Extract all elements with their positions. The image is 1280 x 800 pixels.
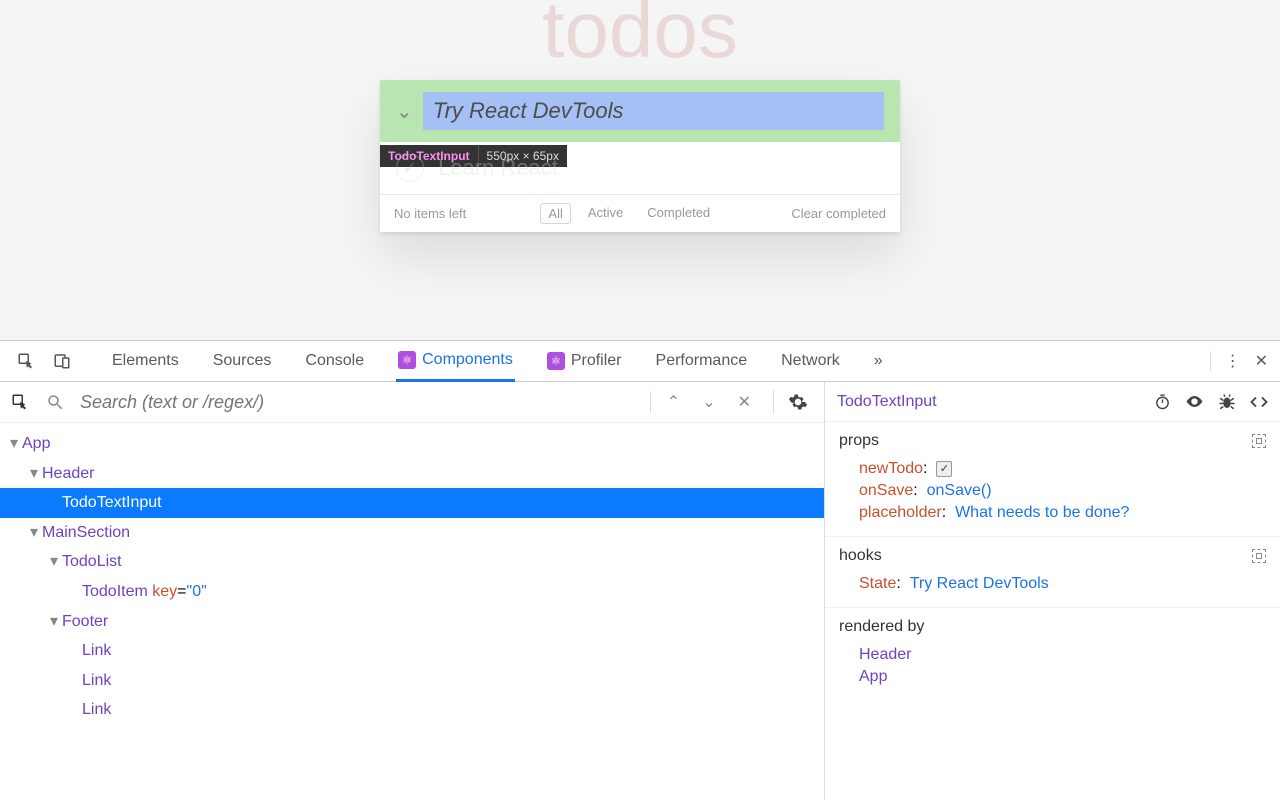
renderedby-section: rendered by Header App <box>825 608 1280 700</box>
tree-node-header[interactable]: ▾Header <box>0 459 824 489</box>
tab-profiler[interactable]: ⚛ Profiler <box>545 342 624 380</box>
prev-match-icon[interactable]: ⌃ <box>661 390 686 414</box>
tab-network[interactable]: Network <box>779 342 842 380</box>
props-label: props <box>839 432 879 450</box>
tab-performance[interactable]: Performance <box>654 342 750 380</box>
clear-search-icon[interactable]: ✕ <box>732 390 757 414</box>
devtools-tabbar: Elements Sources Console ⚛ Components ⚛ … <box>0 340 1280 382</box>
todo-card: ⌄ Try React DevTools TodoTextInput 550px… <box>380 80 900 232</box>
source-icon[interactable] <box>1250 393 1268 411</box>
todo-app-preview: todos ⌄ Try React DevTools TodoTextInput… <box>0 0 1280 340</box>
items-left-label: No items left <box>394 206 466 221</box>
prop-row[interactable]: placeholder: What needs to be done? <box>839 502 1266 524</box>
copy-to-clipboard-icon[interactable] <box>1252 434 1266 448</box>
devtools-body: ⌃ ⌄ ✕ ▾App ▾Header TodoTextInput ▾MainSe… <box>0 382 1280 800</box>
tree-node-todotextinput[interactable]: TodoTextInput <box>0 488 824 518</box>
filter-completed[interactable]: Completed <box>640 203 717 224</box>
search-bar: ⌃ ⌄ ✕ <box>0 382 824 423</box>
renderedby-item[interactable]: App <box>839 666 1266 688</box>
clear-completed-button[interactable]: Clear completed <box>791 206 886 221</box>
hooks-section: hooks State: Try React DevTools <box>825 537 1280 608</box>
tree-node-footer[interactable]: ▾Footer <box>0 607 824 637</box>
device-toolbar-icon[interactable] <box>52 351 72 371</box>
highlighted-input-wrapper: ⌄ Try React DevTools <box>380 80 900 142</box>
todo-item-text: Learn React <box>438 155 558 181</box>
detail-header: TodoTextInput <box>825 382 1280 422</box>
prop-row[interactable]: onSave: onSave() <box>839 480 1266 502</box>
component-detail-pane: TodoTextInput props newTodo: ✓ <box>825 382 1280 800</box>
renderedby-label: rendered by <box>839 618 924 636</box>
chevron-down-icon[interactable]: ⌄ <box>396 99 413 124</box>
tree-node-link[interactable]: Link <box>0 666 824 696</box>
props-section: props newTodo: ✓ onSave: onSave() placeh… <box>825 422 1280 537</box>
component-tree-pane: ⌃ ⌄ ✕ ▾App ▾Header TodoTextInput ▾MainSe… <box>0 382 825 800</box>
tree-node-link[interactable]: Link <box>0 636 824 666</box>
tabs-overflow-icon[interactable]: » <box>872 342 885 380</box>
tab-sources[interactable]: Sources <box>211 342 274 380</box>
tree-node-todolist[interactable]: ▾TodoList <box>0 547 824 577</box>
tree-node-mainsection[interactable]: ▾MainSection <box>0 518 824 548</box>
filter-group: All Active Completed <box>466 203 791 224</box>
copy-to-clipboard-icon[interactable] <box>1252 549 1266 563</box>
hook-row[interactable]: State: Try React DevTools <box>839 573 1266 595</box>
tree-node-todoitem[interactable]: TodoItem key="0" <box>0 577 824 607</box>
prop-row[interactable]: newTodo: ✓ <box>839 458 1266 480</box>
todo-footer: No items left All Active Completed Clear… <box>380 194 900 232</box>
tab-profiler-label: Profiler <box>571 352 622 370</box>
kebab-menu-icon[interactable]: ⋮ <box>1225 351 1241 371</box>
inspect-element-icon[interactable] <box>16 351 36 371</box>
gear-icon[interactable] <box>773 390 814 414</box>
component-tree: ▾App ▾Header TodoTextInput ▾MainSection … <box>0 423 824 731</box>
search-icon <box>40 391 70 413</box>
tab-components-label: Components <box>422 351 513 369</box>
bug-icon[interactable] <box>1218 393 1236 411</box>
todo-text-input[interactable]: Try React DevTools <box>423 92 884 130</box>
react-icon: ⚛ <box>398 351 416 369</box>
tab-components[interactable]: ⚛ Components <box>396 341 515 382</box>
checkbox-icon[interactable]: ✓ <box>936 461 952 477</box>
hooks-label: hooks <box>839 547 882 565</box>
next-match-icon[interactable]: ⌄ <box>696 390 721 414</box>
selected-component-name: TodoTextInput <box>837 393 937 411</box>
todo-item[interactable]: ✓ Learn React <box>380 142 900 194</box>
select-element-icon[interactable] <box>10 392 30 412</box>
check-circle-icon[interactable]: ✓ <box>396 154 424 182</box>
react-icon: ⚛ <box>547 352 565 370</box>
tab-console[interactable]: Console <box>303 342 366 380</box>
tree-node-app[interactable]: ▾App <box>0 429 824 459</box>
close-icon[interactable]: ✕ <box>1255 351 1268 371</box>
tree-node-link[interactable]: Link <box>0 695 824 725</box>
suspend-icon[interactable] <box>1154 393 1171 410</box>
devtools-tabs: Elements Sources Console ⚛ Components ⚛ … <box>110 341 1210 381</box>
eye-icon[interactable] <box>1185 392 1204 411</box>
app-title: todos <box>0 0 1280 70</box>
filter-all[interactable]: All <box>540 203 570 224</box>
filter-active[interactable]: Active <box>581 203 630 224</box>
renderedby-item[interactable]: Header <box>839 644 1266 666</box>
search-input[interactable] <box>80 392 640 413</box>
tab-elements[interactable]: Elements <box>110 342 181 380</box>
